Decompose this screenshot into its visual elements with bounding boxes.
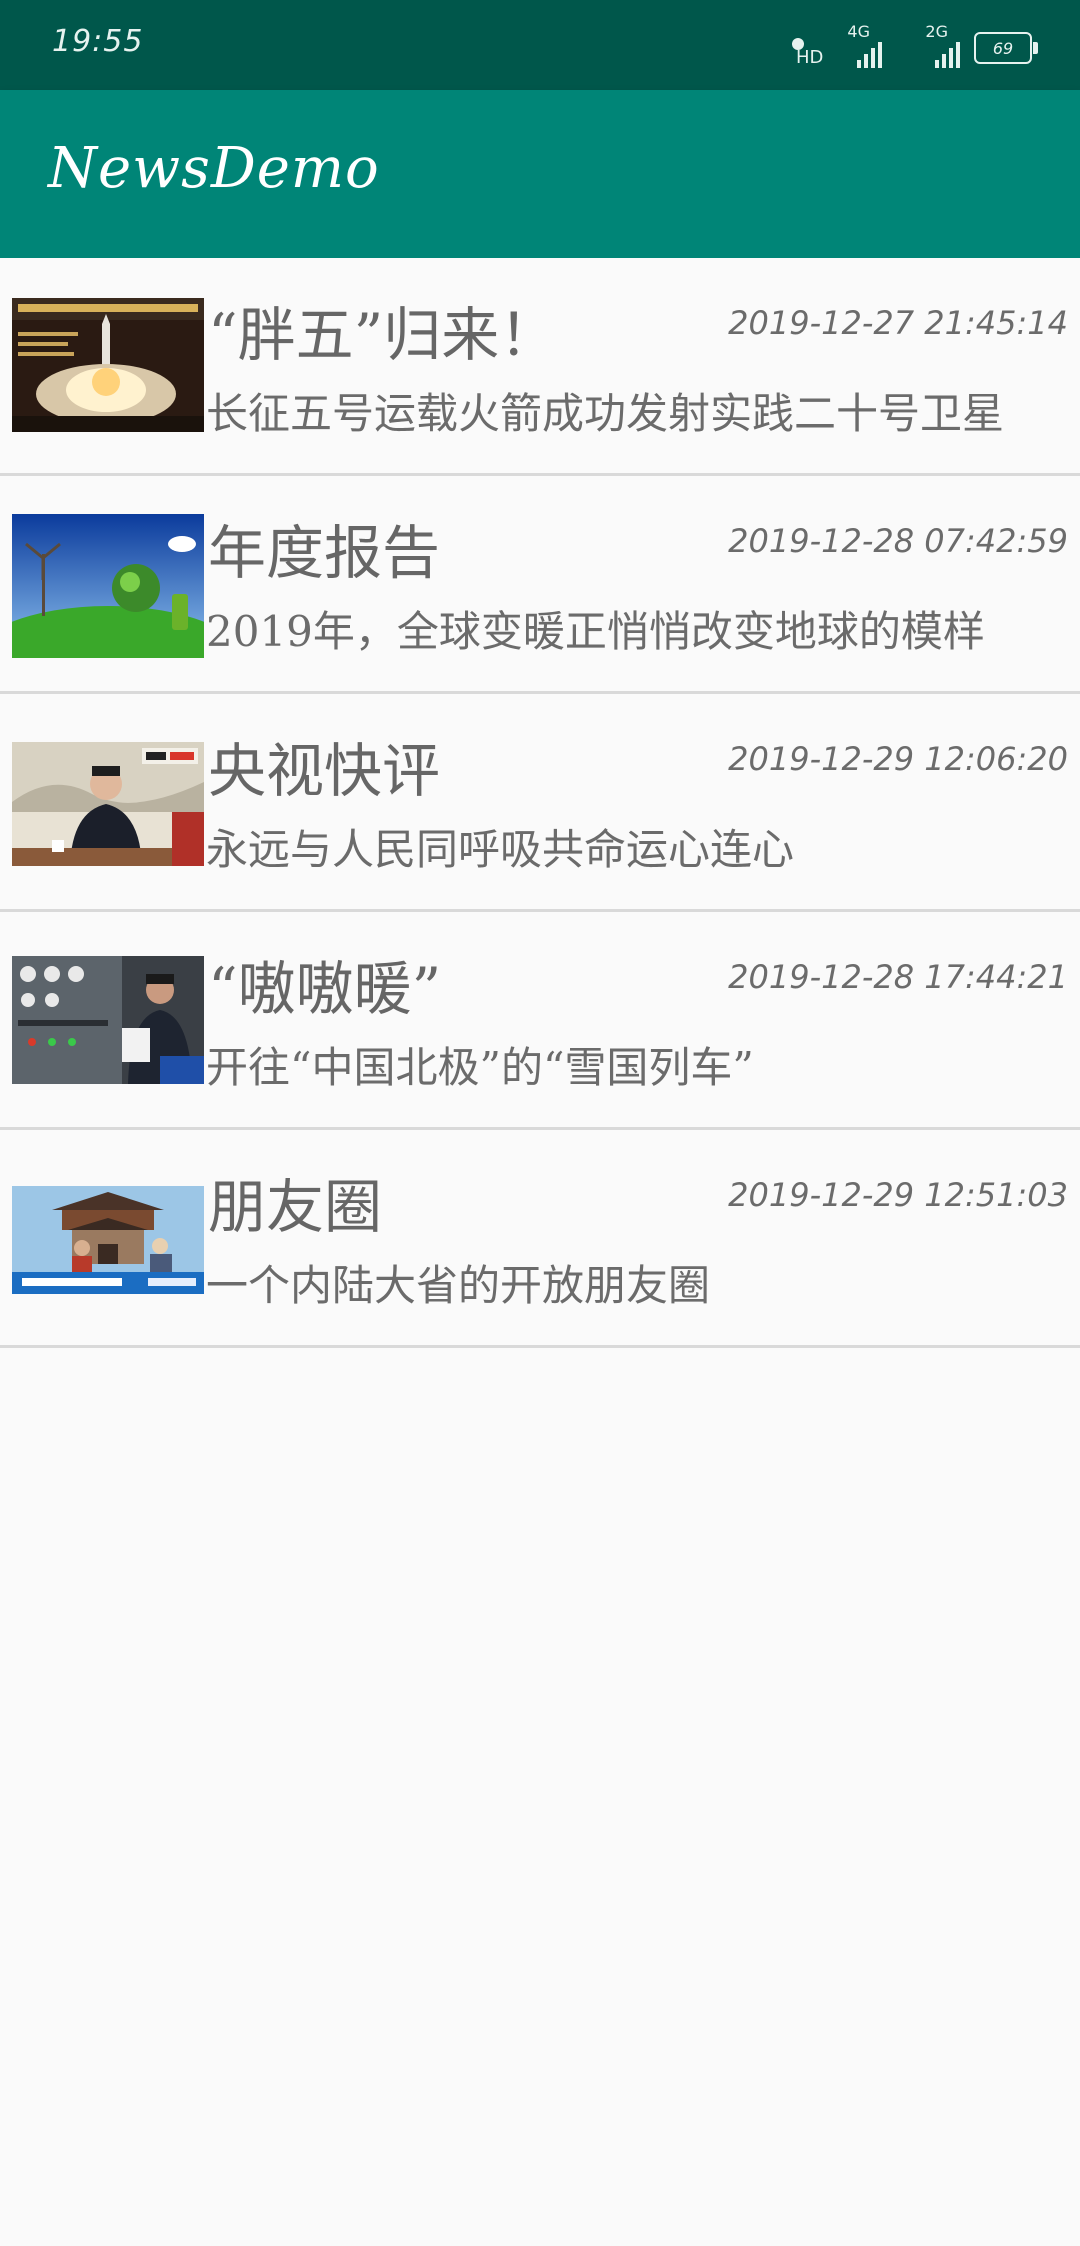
signal-bars-icon [935,42,960,68]
news-time: 2019-12-28 07:42:59 [728,522,1068,560]
status-icons: HD 4G 2G 69 [792,22,1038,68]
news-time: 2019-12-28 17:44:21 [728,958,1068,996]
news-item[interactable]: “胖五”归来！ 2019-12-27 21:45:14 长征五号运载火箭成功发射… [0,258,1080,476]
news-time: 2019-12-27 21:45:14 [728,304,1068,342]
green-earth-thumbnail [12,514,204,658]
status-time: 19:55 [52,24,144,59]
rocket-launch-thumbnail [12,298,204,432]
news-title: 朋友圈 [208,1173,383,1241]
train-worker-thumbnail [12,956,204,1084]
status-bar: 19:55 HD 4G 2G 69 [0,0,1080,90]
hd-label: HD [796,47,824,68]
news-description: 开往“中国北极”的“雪国列车” [206,1043,754,1092]
network-4g-label: 4G [847,22,870,41]
signal-2g-icon: 2G [896,22,960,68]
news-item[interactable]: 央视快评 2019-12-29 12:06:20 永远与人民同呼吸共命运心连心 [0,694,1080,912]
city-gate-thumbnail [12,1186,204,1294]
news-title: 年度报告 [208,519,441,587]
app-bar: NewsDemo [0,90,1080,258]
news-item[interactable]: 年度报告 2019-12-28 07:42:59 2019年，全球变暖正悄悄改变… [0,476,1080,694]
news-title: “嗷嗷暖” [208,955,442,1023]
signal-bars-icon [857,42,882,68]
news-description: 2019年，全球变暖正悄悄改变地球的模样 [206,607,985,656]
news-list: “胖五”归来！ 2019-12-27 21:45:14 长征五号运载火箭成功发射… [0,258,1080,1348]
news-title: 央视快评 [208,737,441,805]
news-description: 一个内陆大省的开放朋友圈 [206,1261,711,1310]
battery-icon: 69 [974,32,1038,64]
signal-4g-icon: HD 4G [796,22,882,68]
news-time: 2019-12-29 12:06:20 [728,740,1068,778]
news-title: “胖五”归来！ [208,301,558,369]
news-item[interactable]: 朋友圈 2019-12-29 12:51:03 一个内陆大省的开放朋友圈 [0,1130,1080,1348]
official-speech-thumbnail [12,742,204,866]
app-title: NewsDemo [48,136,380,201]
network-2g-label: 2G [925,22,948,41]
news-description: 长征五号运载火箭成功发射实践二十号卫星 [206,389,1005,438]
news-description: 永远与人民同呼吸共命运心连心 [206,825,795,874]
news-time: 2019-12-29 12:51:03 [728,1176,1068,1214]
news-item[interactable]: “嗷嗷暖” 2019-12-28 17:44:21 开往“中国北极”的“雪国列车… [0,912,1080,1130]
battery-level: 69 [992,38,1014,58]
